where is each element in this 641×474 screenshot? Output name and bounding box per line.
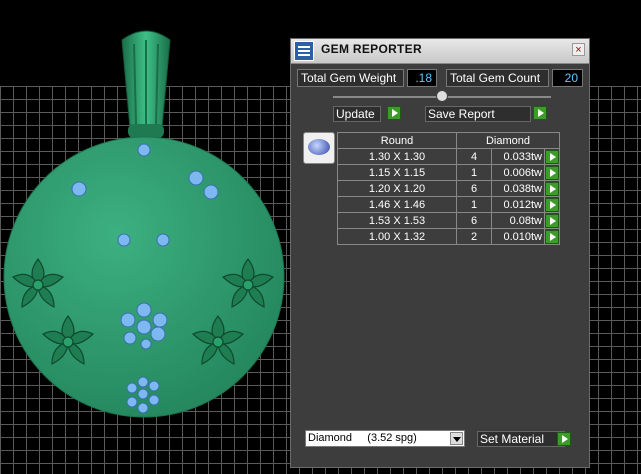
gem-qty: 6 bbox=[456, 212, 492, 229]
save-report-go-icon[interactable] bbox=[533, 106, 547, 120]
round-gem-icon[interactable] bbox=[303, 132, 335, 164]
table-row: 1.53 X 1.53 6 0.08tw bbox=[337, 212, 560, 229]
total-gem-count-label: Total Gem Count bbox=[446, 69, 549, 87]
gem-size: 1.00 X 1.32 bbox=[337, 228, 457, 245]
row-go-icon[interactable] bbox=[545, 181, 559, 196]
gem-weight: 0.038tw bbox=[491, 180, 545, 197]
gem-qty: 4 bbox=[456, 148, 492, 165]
3d-viewport[interactable]: GEM REPORTER × Total Gem Weight .18 Tota… bbox=[0, 0, 641, 474]
row-go-icon[interactable] bbox=[545, 149, 559, 164]
table-row: 1.30 X 1.30 4 0.033tw bbox=[337, 148, 560, 165]
save-report-button[interactable]: Save Report bbox=[425, 106, 531, 122]
gem-size: 1.53 X 1.53 bbox=[337, 212, 457, 229]
set-material-go-icon[interactable] bbox=[557, 432, 571, 446]
total-gem-weight-value: .18 bbox=[407, 69, 437, 87]
update-button[interactable]: Update bbox=[333, 106, 381, 122]
table-row: 1.46 X 1.46 1 0.012tw bbox=[337, 196, 560, 213]
gem-qty: 2 bbox=[456, 228, 492, 245]
gem-size: 1.20 X 1.20 bbox=[337, 180, 457, 197]
table-row: 1.20 X 1.20 6 0.038tw bbox=[337, 180, 560, 197]
material-header: Diamond bbox=[456, 132, 560, 149]
table-row: 1.15 X 1.15 1 0.006tw bbox=[337, 164, 560, 181]
total-gem-weight-label: Total Gem Weight bbox=[297, 69, 404, 87]
chevron-down-icon[interactable] bbox=[450, 432, 463, 445]
slider-thumb[interactable] bbox=[436, 90, 448, 102]
gem-table: Round Diamond 1.30 X 1.30 4 0.033tw 1.15… bbox=[337, 132, 560, 245]
material-select[interactable]: Diamond (3.52 spg) bbox=[305, 430, 465, 447]
close-icon[interactable]: × bbox=[572, 43, 585, 56]
gem-reporter-icon bbox=[294, 41, 314, 61]
gem-reporter-panel: GEM REPORTER × Total Gem Weight .18 Tota… bbox=[290, 38, 590, 468]
row-go-icon[interactable] bbox=[545, 213, 559, 228]
gem-qty: 6 bbox=[456, 180, 492, 197]
gem-size: 1.46 X 1.46 bbox=[337, 196, 457, 213]
total-gem-count-value: 20 bbox=[552, 69, 583, 87]
panel-title: GEM REPORTER bbox=[321, 42, 422, 56]
update-go-icon[interactable] bbox=[387, 106, 401, 120]
gem-weight: 0.08tw bbox=[491, 212, 545, 229]
table-row: 1.00 X 1.32 2 0.010tw bbox=[337, 228, 560, 245]
pendant-model[interactable] bbox=[0, 0, 290, 474]
gem-weight: 0.012tw bbox=[491, 196, 545, 213]
gem-weight: 0.010tw bbox=[491, 228, 545, 245]
material-select-value: Diamond (3.52 spg) bbox=[308, 432, 417, 444]
gem-size: 1.30 X 1.30 bbox=[337, 148, 457, 165]
set-material-button[interactable]: Set Material bbox=[477, 431, 565, 447]
row-go-icon[interactable] bbox=[545, 229, 559, 244]
gem-qty: 1 bbox=[456, 164, 492, 181]
gem-size: 1.15 X 1.15 bbox=[337, 164, 457, 181]
row-go-icon[interactable] bbox=[545, 197, 559, 212]
gem-qty: 1 bbox=[456, 196, 492, 213]
shape-header: Round bbox=[337, 132, 457, 149]
gem-weight: 0.033tw bbox=[491, 148, 545, 165]
title-bar[interactable]: GEM REPORTER × bbox=[291, 39, 589, 64]
row-go-icon[interactable] bbox=[545, 165, 559, 180]
gem-weight: 0.006tw bbox=[491, 164, 545, 181]
